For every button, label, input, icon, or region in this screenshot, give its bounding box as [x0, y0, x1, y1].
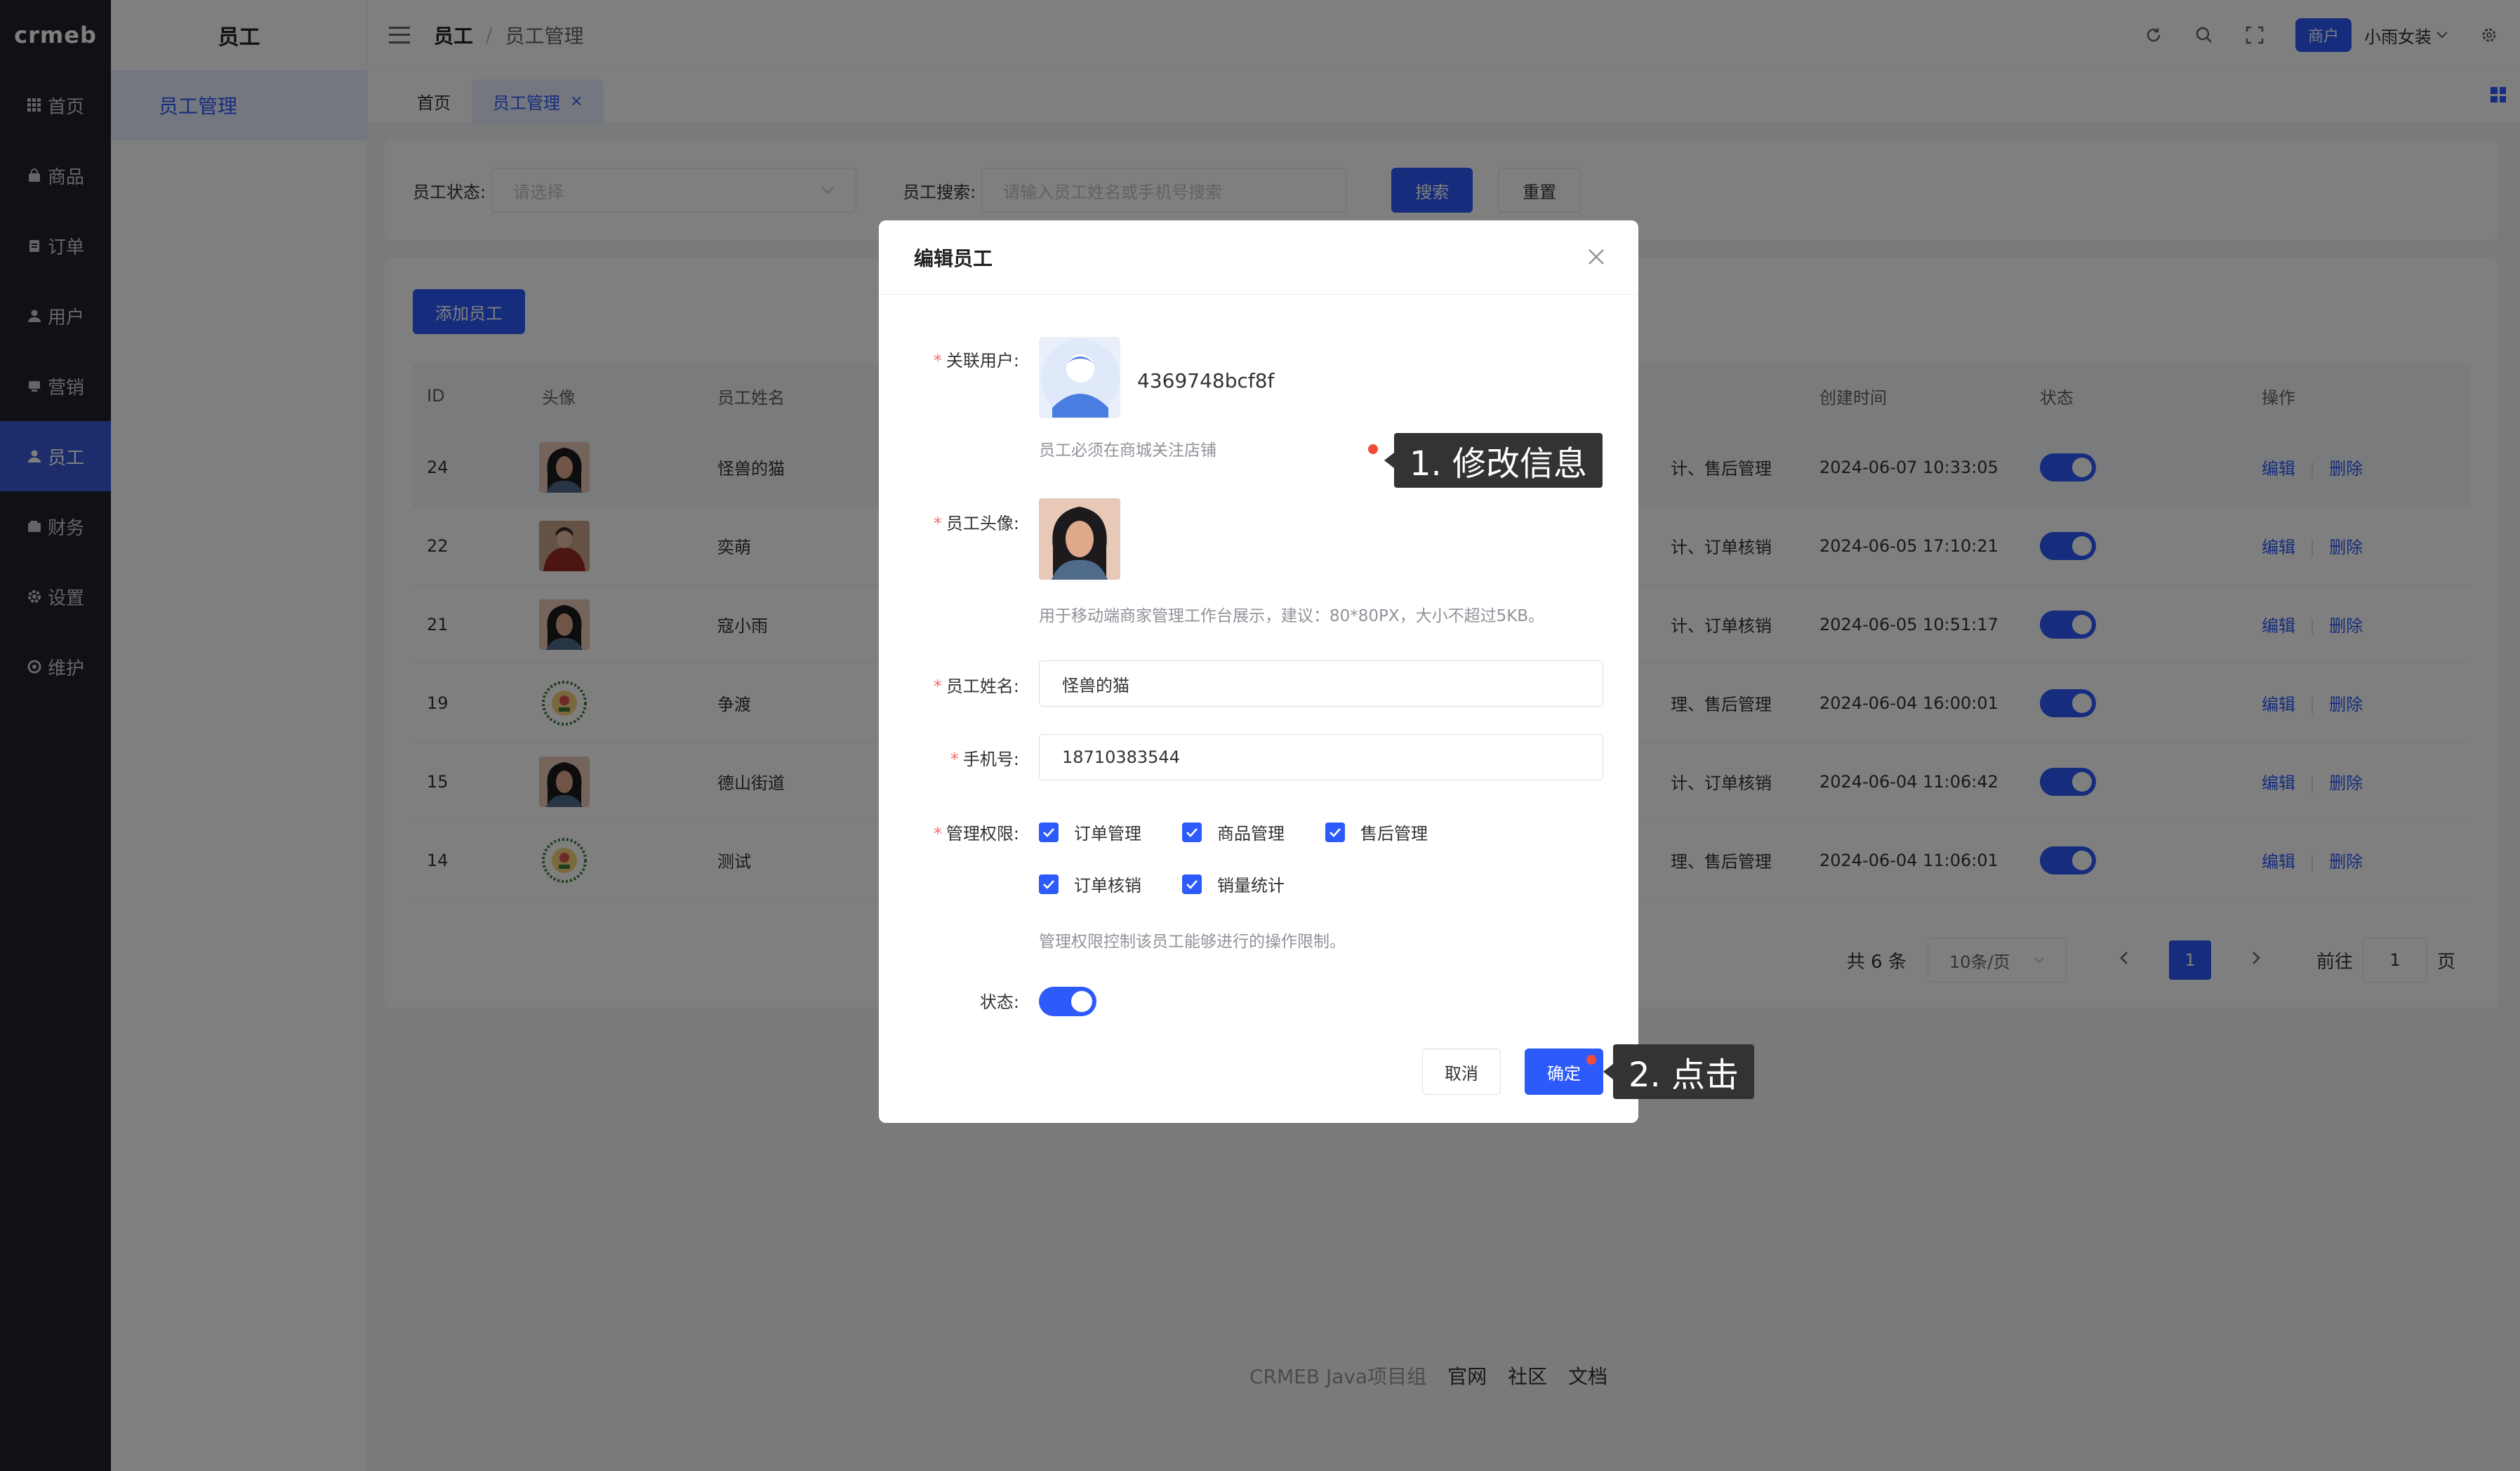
cancel-button[interactable]: 取消 [1422, 1049, 1501, 1095]
annotation-callout-2: 2. 点击 [1603, 1044, 1755, 1099]
linked-user-hint: 员工必须在商城关注店铺 [1039, 441, 1216, 460]
permissions-hint: 管理权限控制该员工能够进行的操作限制。 [1039, 933, 1346, 951]
staff-avatar-image [1039, 498, 1120, 580]
permission-checkbox-product-management[interactable]: 商品管理 [1182, 820, 1285, 844]
linked-user-avatar [1039, 337, 1120, 418]
checkbox-checked-icon [1182, 822, 1202, 842]
annotation-dot-2 [1586, 1055, 1596, 1065]
permission-checkbox-order-verification[interactable]: 订单核销 [1039, 872, 1141, 896]
linked-user-label: * 关联用户: [933, 351, 1019, 371]
default-user-avatar-icon [1041, 339, 1120, 418]
phone-input[interactable]: 18710383544 [1039, 734, 1603, 780]
permissions-label: * 管理权限: [933, 824, 1019, 844]
staff-name-input[interactable]: 怪兽的猫 [1039, 660, 1603, 707]
edit-staff-dialog: 编辑员工 * 关联用户: 4369748bcf8f 员工必须在商城关注店铺 * 员工… [879, 220, 1638, 1123]
checkbox-checked-icon [1182, 874, 1202, 894]
linked-user-id: 4369748bcf8f [1137, 369, 1275, 392]
staff-avatar-upload[interactable] [1039, 498, 1120, 580]
name-label: * 员工姓名: [933, 677, 1019, 696]
checkbox-checked-icon [1039, 822, 1059, 842]
close-icon[interactable] [1586, 247, 1606, 267]
avatar-label: * 员工头像: [933, 514, 1019, 533]
permission-checkbox-aftersales-management[interactable]: 售后管理 [1325, 820, 1428, 844]
annotation-callout-1: 1. 修改信息 [1384, 433, 1603, 488]
status-label: 状态: [979, 992, 1019, 1012]
permission-checkbox-sales-statistics[interactable]: 销量统计 [1182, 872, 1285, 896]
avatar-hint: 用于移动端商家管理工作台展示，建议：80*80PX，大小不超过5KB。 [1039, 607, 1545, 625]
annotation-dot-1 [1368, 444, 1378, 454]
dialog-title: 编辑员工 [879, 220, 1638, 295]
checkbox-checked-icon [1039, 874, 1059, 894]
permission-checkbox-order-management[interactable]: 订单管理 [1039, 820, 1141, 844]
status-toggle[interactable] [1039, 987, 1096, 1016]
phone-label: * 手机号: [950, 750, 1019, 769]
checkbox-checked-icon [1325, 822, 1345, 842]
